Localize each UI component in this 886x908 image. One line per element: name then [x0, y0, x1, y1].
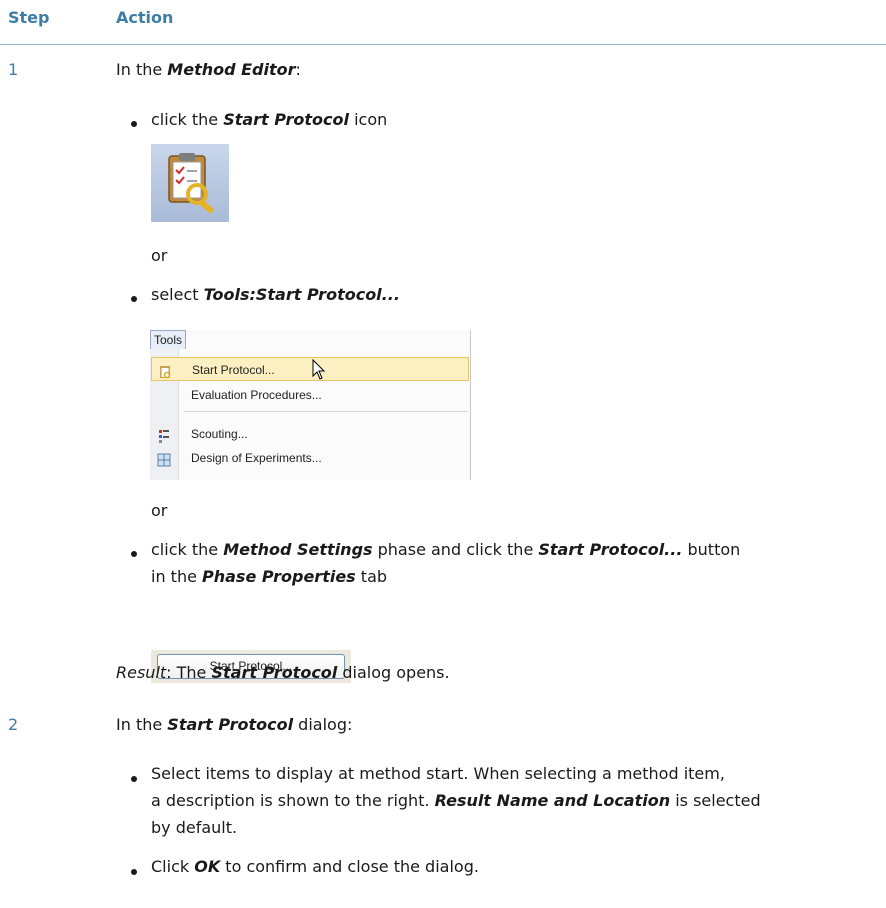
bullet	[131, 121, 137, 127]
menu-item-design-of-experiments[interactable]: Design of Experiments...	[151, 446, 469, 470]
step1-bullet3-line2: in the Phase Properties tab	[151, 567, 388, 586]
step1-result: Result: The Start Protocol dialog opens.	[116, 663, 450, 682]
step-number-2: 2	[8, 715, 19, 734]
table-header: Step Action	[0, 0, 886, 44]
step2-bullet1-line1: Select items to display at method start.…	[151, 764, 725, 783]
step-number-1: 1	[8, 60, 19, 79]
menu-item-start-protocol[interactable]: Start Protocol...	[151, 357, 469, 381]
bullet	[131, 296, 137, 302]
clipboard-icon	[158, 363, 172, 379]
step1-bullet1: click the Start Protocol icon	[151, 110, 388, 129]
step2-bullet1-line2: a description is shown to the right. Res…	[151, 791, 761, 810]
header-step: Step	[8, 8, 50, 27]
step2-intro: In the Start Protocol dialog:	[116, 715, 353, 734]
bullet	[131, 551, 137, 557]
bullet	[131, 869, 137, 875]
menu-item-scouting[interactable]: Scouting...	[151, 422, 469, 446]
or-text: or	[151, 501, 168, 520]
or-text: or	[151, 246, 168, 265]
start-protocol-icon	[151, 144, 229, 222]
menu-tab-tools[interactable]: Tools	[150, 330, 186, 349]
step1-bullet3-line1: click the Method Settings phase and clic…	[151, 540, 741, 559]
header-action: Action	[116, 8, 174, 27]
step1-bullet2: select Tools:Start Protocol...	[151, 285, 400, 304]
step2-bullet2: Click OK to confirm and close the dialog…	[151, 857, 479, 876]
step1-intro: In the Method Editor:	[116, 60, 301, 79]
tools-menu-screenshot: Tools Start Protocol... Evaluation Proce…	[150, 330, 471, 480]
scouting-icon	[157, 427, 171, 443]
design-of-experiments-icon	[157, 451, 171, 467]
step2-bullet1-line3: by default.	[151, 818, 238, 837]
menu-separator	[184, 411, 468, 412]
header-divider	[0, 44, 886, 45]
bullet	[131, 776, 137, 782]
menu-item-evaluation-procedures[interactable]: Evaluation Procedures...	[151, 383, 469, 407]
